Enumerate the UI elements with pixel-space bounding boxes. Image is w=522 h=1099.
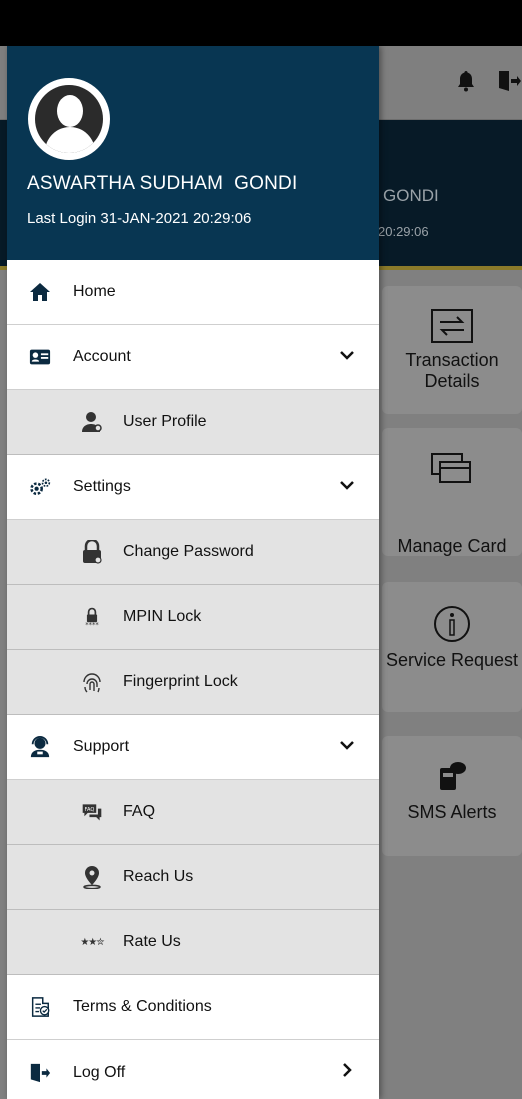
menu-item-change-password[interactable]: Change Password	[7, 520, 379, 585]
chevron-right-icon[interactable]	[339, 1062, 355, 1078]
menu-item-support[interactable]: Support	[7, 715, 379, 780]
support-agent-icon	[29, 736, 51, 758]
menu-item-label: Settings	[73, 478, 131, 495]
menu-item-label: MPIN Lock	[123, 608, 202, 625]
chevron-down-icon[interactable]	[339, 477, 355, 493]
menu-item-label: Log Off	[73, 1063, 126, 1081]
navigation-drawer: ASWARTHA SUDHAM GONDI Last Login 31-JAN-…	[7, 46, 379, 1099]
menu-item-label: Terms & Conditions	[73, 998, 212, 1015]
menu-item-label: FAQ	[123, 803, 156, 820]
svg-text:FAQ: FAQ	[85, 807, 95, 813]
logout-icon	[29, 1062, 51, 1084]
menu-item-reach-us[interactable]: Reach Us	[7, 845, 379, 910]
menu-item-label: Change Password	[123, 543, 254, 560]
menu-item-account[interactable]: Account	[7, 325, 379, 390]
location-pin-icon	[81, 866, 103, 889]
svg-text:****: ****	[85, 621, 99, 629]
menu-item-label: User Profile	[123, 413, 207, 430]
menu-item-rate-us[interactable]: ★★✮ Rate Us	[7, 910, 379, 975]
menu-item-mpin-lock[interactable]: **** MPIN Lock	[7, 585, 379, 650]
menu-item-label: Rate Us	[123, 933, 181, 950]
pin-lock-icon: ****	[81, 606, 103, 629]
menu-item-label: Support	[73, 738, 130, 755]
terms-icon	[29, 996, 51, 1018]
menu-item-label: Home	[73, 283, 116, 300]
menu-item-label: Fingerprint Lock	[123, 673, 238, 690]
menu-item-fingerprint-lock[interactable]: Fingerprint Lock	[7, 650, 379, 715]
gears-icon	[29, 476, 51, 498]
last-login: Last Login 31-JAN-2021 20:29:06	[27, 210, 252, 227]
drawer-header: ASWARTHA SUDHAM GONDI Last Login 31-JAN-…	[7, 46, 379, 260]
account-card-icon	[29, 346, 51, 368]
status-bar	[0, 0, 522, 46]
avatar[interactable]	[28, 78, 110, 160]
faq-icon: FAQ	[81, 801, 103, 823]
menu-item-label: Reach Us	[123, 868, 194, 885]
menu-item-faq[interactable]: FAQ FAQ	[7, 780, 379, 845]
menu-item-home[interactable]: Home	[7, 260, 379, 325]
lock-key-icon	[81, 540, 103, 564]
user-profile-icon	[81, 411, 103, 433]
stars-icon: ★★✮	[80, 936, 104, 948]
menu-item-settings[interactable]: Settings	[7, 455, 379, 520]
menu-item-label: Account	[73, 348, 131, 365]
chevron-down-icon[interactable]	[339, 347, 355, 363]
menu-item-user-profile[interactable]: User Profile	[7, 390, 379, 455]
fingerprint-icon	[81, 671, 103, 693]
menu-item-log-off[interactable]: Log Off	[7, 1040, 379, 1099]
avatar-icon	[35, 85, 103, 153]
chevron-down-icon[interactable]	[339, 737, 355, 753]
home-icon	[29, 281, 51, 303]
menu-item-terms-conditions[interactable]: Terms & Conditions	[7, 975, 379, 1040]
user-name: ASWARTHA SUDHAM GONDI	[27, 173, 298, 194]
